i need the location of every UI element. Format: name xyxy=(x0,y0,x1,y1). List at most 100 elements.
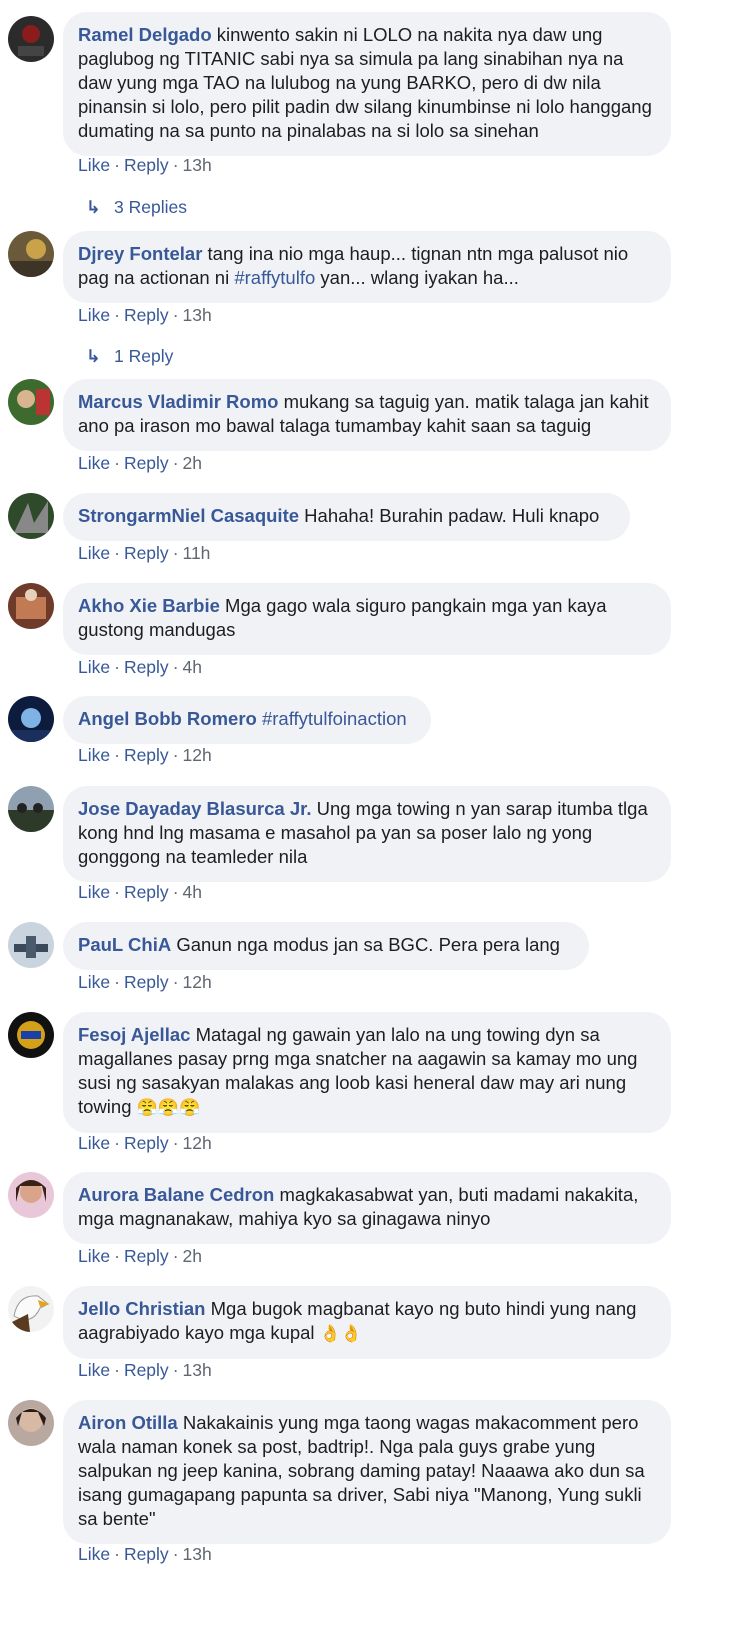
comment-actions: Like · Reply · 13h xyxy=(78,1359,212,1381)
reply-button[interactable]: Reply xyxy=(124,155,169,175)
comment-timestamp[interactable]: 11h xyxy=(183,543,211,563)
avatar[interactable] xyxy=(8,696,54,742)
view-replies-link[interactable]: ↳ 1 Reply xyxy=(86,345,173,367)
comment-bubble: Jose Dayaday Blasurca Jr. Ung mga towing… xyxy=(63,786,671,882)
comment-timestamp[interactable]: 13h xyxy=(183,305,212,325)
like-button[interactable]: Like xyxy=(78,972,110,992)
separator: · xyxy=(172,543,179,563)
reply-button[interactable]: Reply xyxy=(124,657,169,677)
comment-author[interactable]: Ramel Delgado xyxy=(78,24,212,45)
avatar[interactable] xyxy=(8,786,54,832)
separator: · xyxy=(114,1544,120,1564)
separator: · xyxy=(114,882,120,902)
separator: · xyxy=(114,453,120,473)
separator: · xyxy=(114,543,120,563)
comment-bubble: Marcus Vladimir Romo mukang sa taguig ya… xyxy=(63,379,671,451)
like-button[interactable]: Like xyxy=(78,1544,110,1564)
comment-timestamp[interactable]: 2h xyxy=(183,1246,202,1266)
separator: · xyxy=(172,155,179,175)
reply-button[interactable]: Reply xyxy=(124,1544,169,1564)
reply-button[interactable]: Reply xyxy=(124,972,169,992)
comment-author[interactable]: Jose Dayaday Blasurca Jr. xyxy=(78,798,311,819)
avatar[interactable] xyxy=(8,16,54,62)
avatar[interactable] xyxy=(8,231,54,277)
avatar[interactable] xyxy=(8,1172,54,1218)
comment-timestamp[interactable]: 13h xyxy=(183,1360,212,1380)
like-button[interactable]: Like xyxy=(78,155,110,175)
comment-author[interactable]: Fesoj Ajellac xyxy=(78,1024,190,1045)
separator: · xyxy=(114,1360,120,1380)
reply-button[interactable]: Reply xyxy=(124,882,169,902)
comment-bubble: PauL ChiA Ganun nga modus jan sa BGC. Pe… xyxy=(63,922,589,970)
reply-button[interactable]: Reply xyxy=(124,305,169,325)
comment-author[interactable]: Aurora Balane Cedron xyxy=(78,1184,274,1205)
view-replies-link[interactable]: ↳ 3 Replies xyxy=(86,196,187,218)
like-button[interactable]: Like xyxy=(78,1133,110,1153)
reply-button[interactable]: Reply xyxy=(124,1246,169,1266)
hashtag-link[interactable]: #raffytulfo xyxy=(234,267,315,288)
comment-author[interactable]: Angel Bobb Romero xyxy=(78,708,257,729)
separator: · xyxy=(114,1246,120,1266)
comment-actions: Like · Reply · 4h xyxy=(78,881,202,903)
avatar[interactable] xyxy=(8,583,54,629)
comment-timestamp[interactable]: 12h xyxy=(183,972,212,992)
comment-timestamp[interactable]: 12h xyxy=(183,745,212,765)
reply-button[interactable]: Reply xyxy=(124,1360,169,1380)
comment-actions: Like · Reply · 13h xyxy=(78,1543,212,1565)
comment-timestamp[interactable]: 4h xyxy=(183,657,202,677)
comment-bubble: Aurora Balane Cedron magkakasabwat yan, … xyxy=(63,1172,671,1244)
separator: · xyxy=(172,657,179,677)
comment-author[interactable]: Akho Xie Barbie xyxy=(78,595,220,616)
like-button[interactable]: Like xyxy=(78,305,110,325)
replies-count[interactable]: 1 Reply xyxy=(114,346,173,366)
reply-button[interactable]: Reply xyxy=(124,543,169,563)
comment-timestamp[interactable]: 2h xyxy=(183,453,202,473)
comment-author[interactable]: StrongarmNiel Casaquite xyxy=(78,505,299,526)
reply-arrow-icon: ↳ xyxy=(86,346,101,366)
like-button[interactable]: Like xyxy=(78,543,110,563)
comment-text: yan... wlang iyakan ha... xyxy=(315,267,519,288)
comment-timestamp[interactable]: 13h xyxy=(183,155,212,175)
separator: · xyxy=(114,305,120,325)
avatar[interactable] xyxy=(8,379,54,425)
comment-text: Ganun nga modus jan sa BGC. Pera pera la… xyxy=(176,934,560,955)
comment-bubble: Djrey Fontelar tang ina nio mga haup... … xyxy=(63,231,671,303)
reply-button[interactable]: Reply xyxy=(124,453,169,473)
comment-author[interactable]: Airon Otilla xyxy=(78,1412,178,1433)
comment-bubble: Airon Otilla Nakakainis yung mga taong w… xyxy=(63,1400,671,1544)
comment-author[interactable]: Djrey Fontelar xyxy=(78,243,202,264)
avatar[interactable] xyxy=(8,922,54,968)
replies-count[interactable]: 3 Replies xyxy=(114,197,187,217)
separator: · xyxy=(172,882,179,902)
comment-actions: Like · Reply · 4h xyxy=(78,656,202,678)
comment-list: Ramel Delgado kinwento sakin ni LOLO na … xyxy=(0,0,750,1648)
comment-timestamp[interactable]: 13h xyxy=(183,1544,212,1564)
like-button[interactable]: Like xyxy=(78,1360,110,1380)
separator: · xyxy=(172,305,179,325)
comment-bubble: Angel Bobb Romero #raffytulfoinaction xyxy=(63,696,431,744)
separator: · xyxy=(172,1246,179,1266)
comment-author[interactable]: PauL ChiA xyxy=(78,934,171,955)
reply-button[interactable]: Reply xyxy=(124,1133,169,1153)
comment-timestamp[interactable]: 4h xyxy=(183,882,202,902)
comment-bubble: Fesoj Ajellac Matagal ng gawain yan lalo… xyxy=(63,1012,671,1133)
like-button[interactable]: Like xyxy=(78,453,110,473)
avatar[interactable] xyxy=(8,493,54,539)
hashtag-link[interactable]: #raffytulfoinaction xyxy=(262,708,407,729)
avatar[interactable] xyxy=(8,1012,54,1058)
avatar[interactable] xyxy=(8,1286,54,1332)
separator: · xyxy=(114,657,120,677)
separator: · xyxy=(172,1133,179,1153)
like-button[interactable]: Like xyxy=(78,882,110,902)
comment-bubble: Akho Xie Barbie Mga gago wala siguro pan… xyxy=(63,583,671,655)
comment-actions: Like · Reply · 13h xyxy=(78,304,212,326)
like-button[interactable]: Like xyxy=(78,657,110,677)
like-button[interactable]: Like xyxy=(78,1246,110,1266)
separator: · xyxy=(114,1133,120,1153)
reply-button[interactable]: Reply xyxy=(124,745,169,765)
comment-author[interactable]: Jello Christian xyxy=(78,1298,205,1319)
comment-author[interactable]: Marcus Vladimir Romo xyxy=(78,391,278,412)
avatar[interactable] xyxy=(8,1400,54,1446)
like-button[interactable]: Like xyxy=(78,745,110,765)
comment-timestamp[interactable]: 12h xyxy=(183,1133,212,1153)
